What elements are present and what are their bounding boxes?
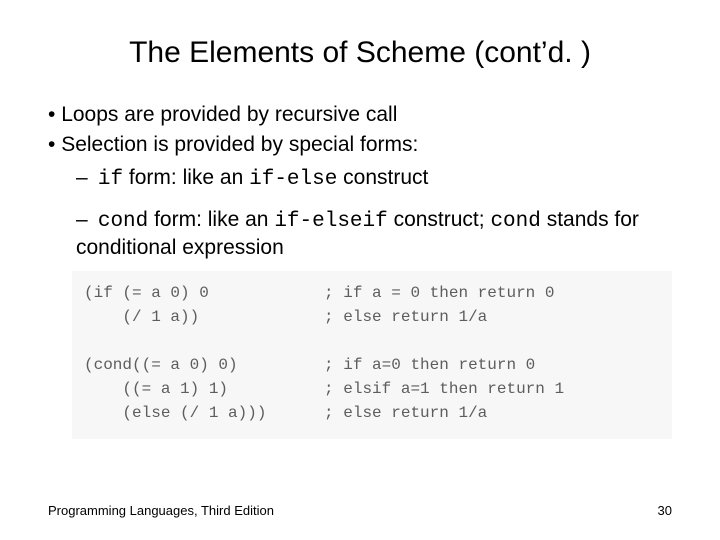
page-number: 30	[658, 503, 672, 518]
slide: The Elements of Scheme (cont’d. ) Loops …	[0, 0, 720, 540]
dash-icon: –	[76, 165, 92, 191]
subbullet-cond: – cond form: like an if-elseif construct…	[76, 207, 672, 262]
code-cond2: cond	[490, 210, 540, 233]
code-cond: cond	[98, 210, 148, 233]
text: construct	[337, 166, 428, 189]
bullet-list: Loops are provided by recursive call Sel…	[48, 102, 672, 261]
text: construct;	[388, 208, 491, 231]
code-if: if	[98, 168, 123, 191]
footer-source: Programming Languages, Third Edition	[48, 503, 274, 518]
subbullet-if: – if form: like an if-else construct	[76, 165, 672, 193]
code-if-else: if-else	[249, 168, 337, 191]
bullet-1: Loops are provided by recursive call	[48, 102, 672, 128]
code-if-elseif: if-elseif	[274, 210, 387, 233]
bullet-2: Selection is provided by special forms:	[48, 132, 672, 158]
text: form: like an	[123, 166, 249, 189]
page-title: The Elements of Scheme (cont’d. )	[48, 36, 672, 70]
code-example: (if (= a 0) 0 ; if a = 0 then return 0 (…	[72, 271, 672, 439]
dash-icon: –	[76, 207, 92, 233]
text: form: like an	[148, 208, 274, 231]
